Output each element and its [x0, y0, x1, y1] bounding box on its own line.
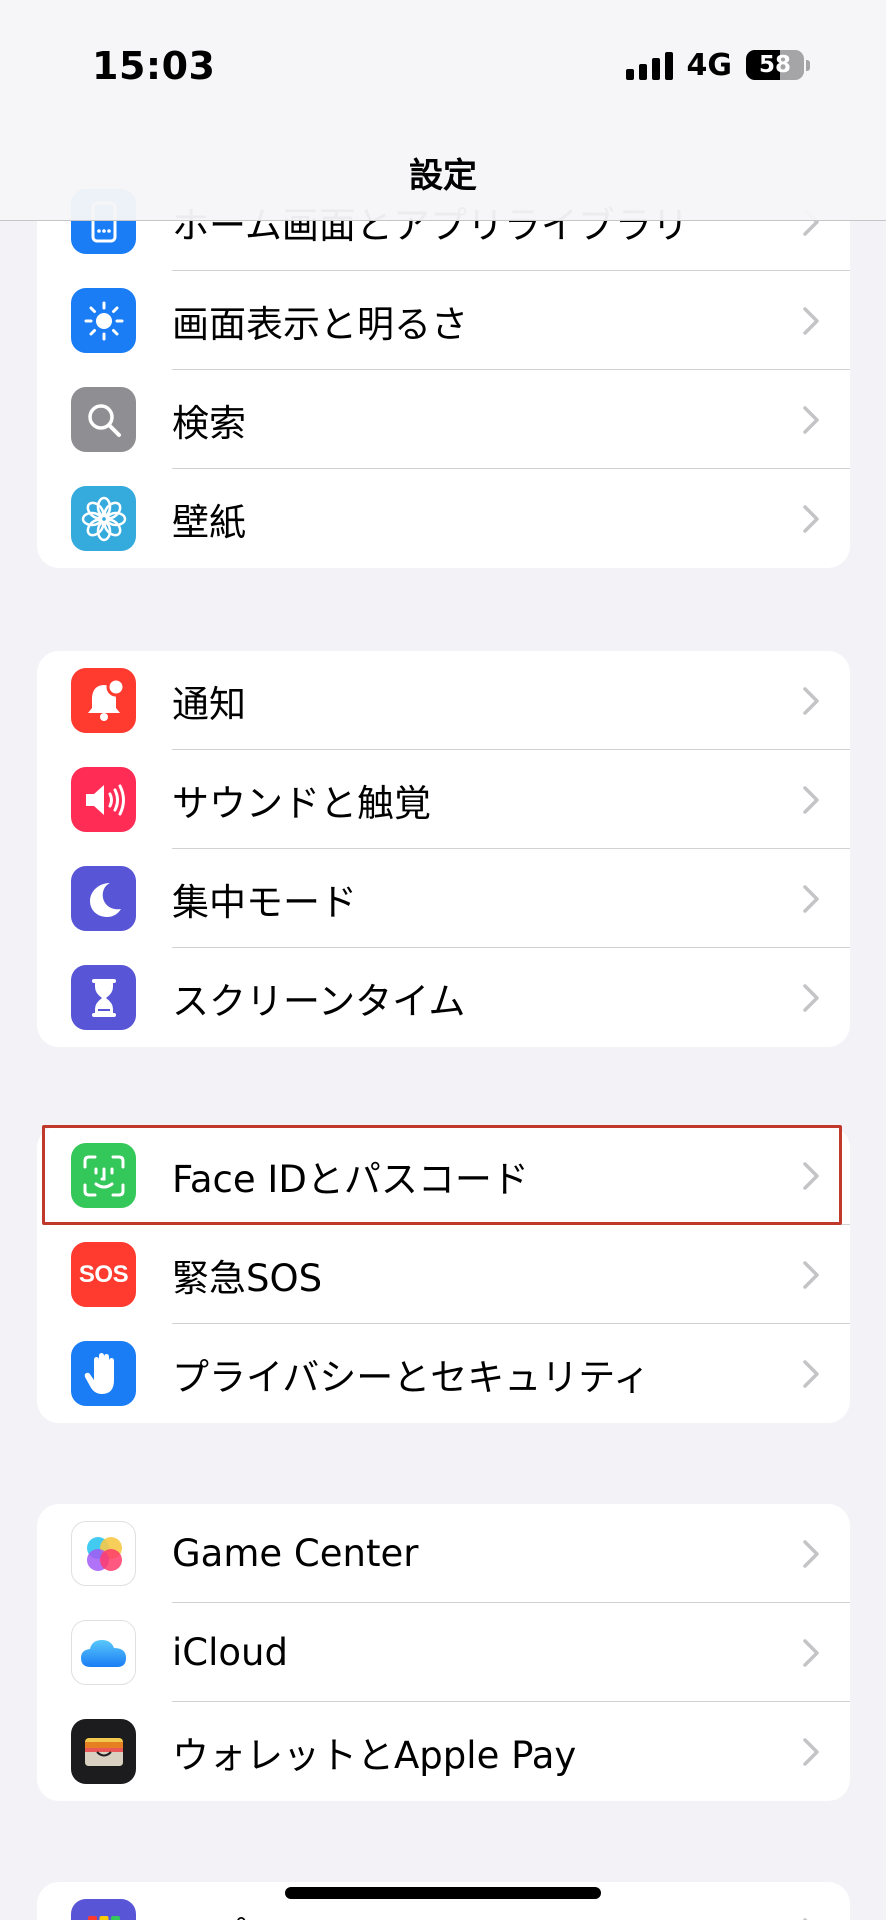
- chevron-right-icon: [803, 307, 819, 335]
- settings-row-wallpaper[interactable]: 壁紙: [37, 469, 850, 568]
- chevron-right-icon: [803, 1639, 819, 1667]
- settings-row-icloud[interactable]: iCloud: [37, 1603, 850, 1702]
- status-indicators: 4G 58: [625, 46, 810, 84]
- settings-row-search[interactable]: 検索: [37, 370, 850, 469]
- settings-row-label: スクリーンタイム: [172, 979, 466, 1023]
- settings-row-label: 壁紙: [172, 500, 246, 544]
- sos-icon-text: SOS: [78, 1260, 129, 1288]
- settings-row-label: 画面表示と明るさ: [172, 302, 468, 346]
- settings-row-notifications[interactable]: 通知: [37, 651, 850, 750]
- battery-icon: 58: [746, 50, 804, 80]
- moon-icon: [71, 866, 136, 931]
- settings-row-label: Game Center: [172, 1532, 419, 1575]
- settings-row-label: ウォレットとApple Pay: [172, 1733, 577, 1777]
- settings-row-screen-time[interactable]: スクリーンタイム: [37, 948, 850, 1047]
- settings-row-display-brightness[interactable]: 画面表示と明るさ: [37, 271, 850, 370]
- settings-row-label: サウンドと触覚: [172, 781, 431, 825]
- chevron-right-icon: [803, 1261, 819, 1289]
- settings-group-notifications: 通知 サウンドと触覚 集中モード スクリーンタイム: [37, 651, 850, 1047]
- hand-icon: [71, 1341, 136, 1406]
- home-indicator[interactable]: [285, 1887, 601, 1899]
- chevron-right-icon: [803, 1360, 819, 1388]
- notification-bell-icon: [71, 668, 136, 733]
- search-icon: [71, 387, 136, 452]
- settings-row-label: プライバシーとセキュリティ: [172, 1355, 651, 1399]
- settings-group-services: Game Center iCloud ウォレットとApple Pay: [37, 1504, 850, 1801]
- settings-row-game-center[interactable]: Game Center: [37, 1504, 850, 1603]
- battery-cap: [806, 59, 810, 71]
- chevron-right-icon: [803, 984, 819, 1012]
- chevron-right-icon: [803, 1738, 819, 1766]
- settings-row-emergency-sos[interactable]: SOS 緊急SOS: [37, 1225, 850, 1324]
- apps-grid-icon: [71, 1899, 136, 1920]
- chevron-right-icon: [803, 786, 819, 814]
- chevron-right-icon: [803, 885, 819, 913]
- chevron-right-icon: [803, 687, 819, 715]
- game-center-icon: [71, 1521, 136, 1586]
- status-time: 15:03: [92, 44, 216, 88]
- cellular-signal-icon: [625, 50, 673, 80]
- settings-row-label: 集中モード: [172, 880, 357, 924]
- settings-row-label: アプリ: [172, 1882, 283, 1920]
- brightness-icon: [71, 288, 136, 353]
- wallet-icon: [71, 1719, 136, 1784]
- settings-row-privacy-security[interactable]: プライバシーとセキュリティ: [37, 1324, 850, 1423]
- settings-row-label: 緊急SOS: [172, 1256, 323, 1300]
- settings-row-sounds-haptics[interactable]: サウンドと触覚: [37, 750, 850, 849]
- highlight-box: [42, 1125, 842, 1225]
- settings-row-label: 通知: [172, 682, 246, 726]
- wallpaper-flower-icon: [71, 486, 136, 551]
- settings-row-label: 検索: [172, 401, 246, 445]
- page-title: 設定: [409, 156, 477, 196]
- settings-row-focus[interactable]: 集中モード: [37, 849, 850, 948]
- settings-row-wallet-apple-pay[interactable]: ウォレットとApple Pay: [37, 1702, 850, 1801]
- chevron-right-icon: [803, 406, 819, 434]
- hourglass-icon: [71, 965, 136, 1030]
- navigation-bar: 15:03 4G 58 設定: [0, 0, 886, 221]
- chevron-right-icon: [803, 505, 819, 533]
- settings-row-label: iCloud: [172, 1631, 288, 1674]
- chevron-right-icon: [803, 1540, 819, 1568]
- battery-percent: 58: [758, 52, 791, 78]
- status-bar: 15:03 4G 58: [0, 0, 886, 130]
- settings-group-display: ホーム画面とアプリライブラリ 画面表示と明るさ 検索 壁紙: [37, 172, 850, 568]
- speaker-icon: [71, 767, 136, 832]
- sos-icon: SOS: [71, 1242, 136, 1307]
- network-type: 4G: [686, 47, 733, 83]
- icloud-icon: [71, 1620, 136, 1685]
